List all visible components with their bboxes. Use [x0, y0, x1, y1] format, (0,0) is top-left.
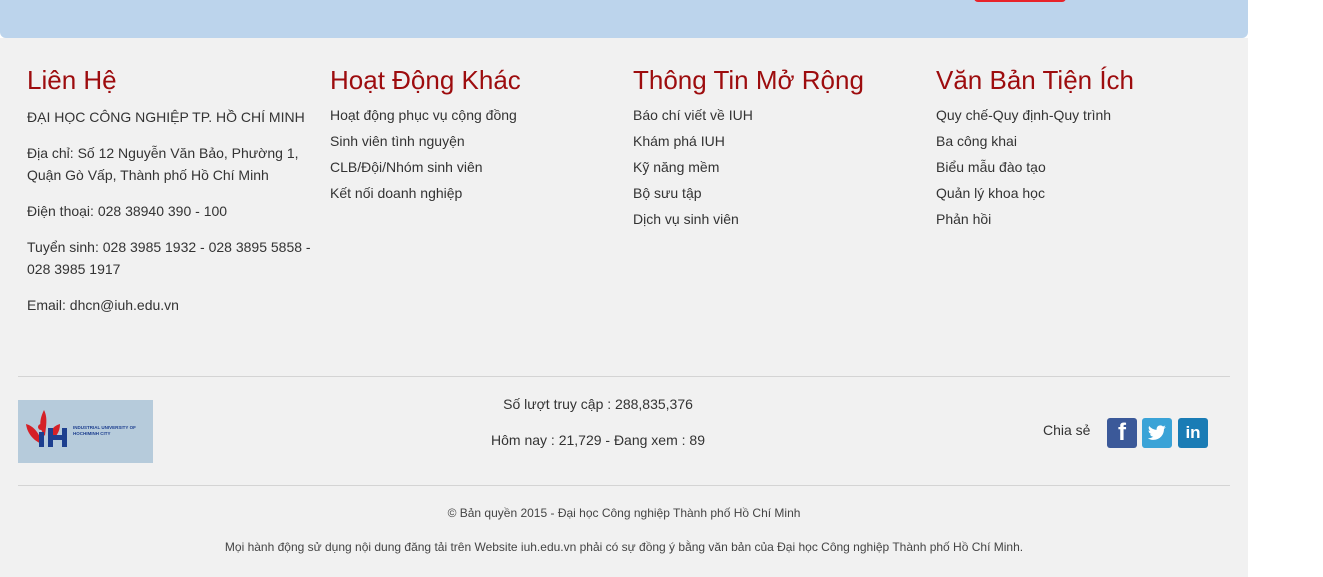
- logo-text: INDUSTRIAL UNIVERSITY OF HOCHIMINH CITY: [73, 425, 136, 436]
- link-soft-skills[interactable]: Kỹ năng mềm: [633, 159, 719, 175]
- top-red-button[interactable]: [974, 0, 1066, 2]
- link-press[interactable]: Báo chí viết về IUH: [633, 107, 753, 123]
- link-feedback[interactable]: Phản hồi: [936, 211, 991, 227]
- usage-notice-text: Mọi hành động sử dụng nội dung đăng tải …: [224, 540, 1024, 554]
- list-item: Phản hồi: [936, 210, 1221, 228]
- email-text: Email: dhcn@iuh.edu.vn: [27, 297, 179, 313]
- documents-heading: Văn Bản Tiện Ích: [936, 65, 1135, 95]
- contact-heading: Liên Hệ: [27, 65, 117, 95]
- list-item: Khám phá IUH: [633, 132, 918, 150]
- list-item: Quy chế-Quy định-Quy trình: [936, 106, 1221, 124]
- share-label: Chia sẻ: [1043, 422, 1091, 438]
- documents-column: Văn Bản Tiện Ích Quy chế-Quy định-Quy tr…: [936, 64, 1221, 236]
- list-item: Kết nối doanh nghiệp: [330, 184, 615, 202]
- address-text: Địa chỉ: Số 12 Nguyễn Văn Bảo, Phường 1,…: [27, 145, 299, 183]
- link-explore-iuh[interactable]: Khám phá IUH: [633, 133, 725, 149]
- divider: [18, 376, 1230, 377]
- list-item: Dịch vụ sinh viên: [633, 210, 918, 228]
- extended-info-column: Thông Tin Mở Rộng Báo chí viết về IUH Kh…: [633, 64, 918, 236]
- other-activities-heading: Hoạt Động Khác: [330, 65, 521, 95]
- link-volunteer[interactable]: Sinh viên tình nguyện: [330, 133, 465, 149]
- list-item: Bộ sưu tập: [633, 184, 918, 202]
- phone-text: Điện thoại: 028 38940 390 - 100: [27, 203, 228, 219]
- link-community-service[interactable]: Hoạt động phục vụ cộng đồng: [330, 107, 517, 123]
- twitter-icon[interactable]: [1142, 418, 1172, 448]
- list-item: Sinh viên tình nguyện: [330, 132, 615, 150]
- link-student-services[interactable]: Dịch vụ sinh viên: [633, 211, 739, 227]
- copyright-text: © Bản quyền 2015 - Đại học Công nghiệp T…: [447, 506, 801, 520]
- top-banner: [0, 0, 1248, 38]
- iuh-logo[interactable]: INDUSTRIAL UNIVERSITY OF HOCHIMINH CITY: [18, 400, 153, 463]
- list-item: Báo chí viết về IUH: [633, 106, 918, 124]
- link-business-connect[interactable]: Kết nối doanh nghiệp: [330, 185, 462, 201]
- admission-phone-text: Tuyển sinh: 028 3985 1932 - 028 3895 585…: [27, 239, 311, 277]
- divider: [18, 485, 1230, 486]
- list-item: Hoạt động phục vụ cộng đồng: [330, 106, 615, 124]
- link-collection[interactable]: Bộ sưu tập: [633, 185, 702, 201]
- link-training-forms[interactable]: Biểu mẫu đào tạo: [936, 159, 1046, 175]
- link-three-publics[interactable]: Ba công khai: [936, 133, 1017, 149]
- list-item: Ba công khai: [936, 132, 1221, 150]
- org-name: ĐẠI HỌC CÔNG NGHIỆP TP. HỒ CHÍ MINH: [27, 109, 305, 125]
- link-science-management[interactable]: Quản lý khoa học: [936, 185, 1045, 201]
- contact-column: Liên Hệ ĐẠI HỌC CÔNG NGHIỆP TP. HỒ CHÍ M…: [27, 64, 312, 330]
- today-counter: Hôm nay : 21,729 - Đang xem : 89: [491, 432, 705, 448]
- list-item: Kỹ năng mềm: [633, 158, 918, 176]
- list-item: Quản lý khoa học: [936, 184, 1221, 202]
- visit-counter: Số lượt truy cập : 288,835,376: [503, 396, 693, 412]
- linkedin-icon[interactable]: in: [1178, 418, 1208, 448]
- list-item: CLB/Đội/Nhóm sinh viên: [330, 158, 615, 176]
- other-activities-column: Hoạt Động Khác Hoạt động phục vụ cộng đồ…: [330, 64, 615, 210]
- link-regulations[interactable]: Quy chế-Quy định-Quy trình: [936, 107, 1111, 123]
- link-student-clubs[interactable]: CLB/Đội/Nhóm sinh viên: [330, 159, 483, 175]
- list-item: Biểu mẫu đào tạo: [936, 158, 1221, 176]
- extended-info-heading: Thông Tin Mở Rộng: [633, 65, 864, 95]
- site-footer: Liên Hệ ĐẠI HỌC CÔNG NGHIỆP TP. HỒ CHÍ M…: [0, 38, 1248, 577]
- facebook-icon[interactable]: f: [1107, 418, 1137, 448]
